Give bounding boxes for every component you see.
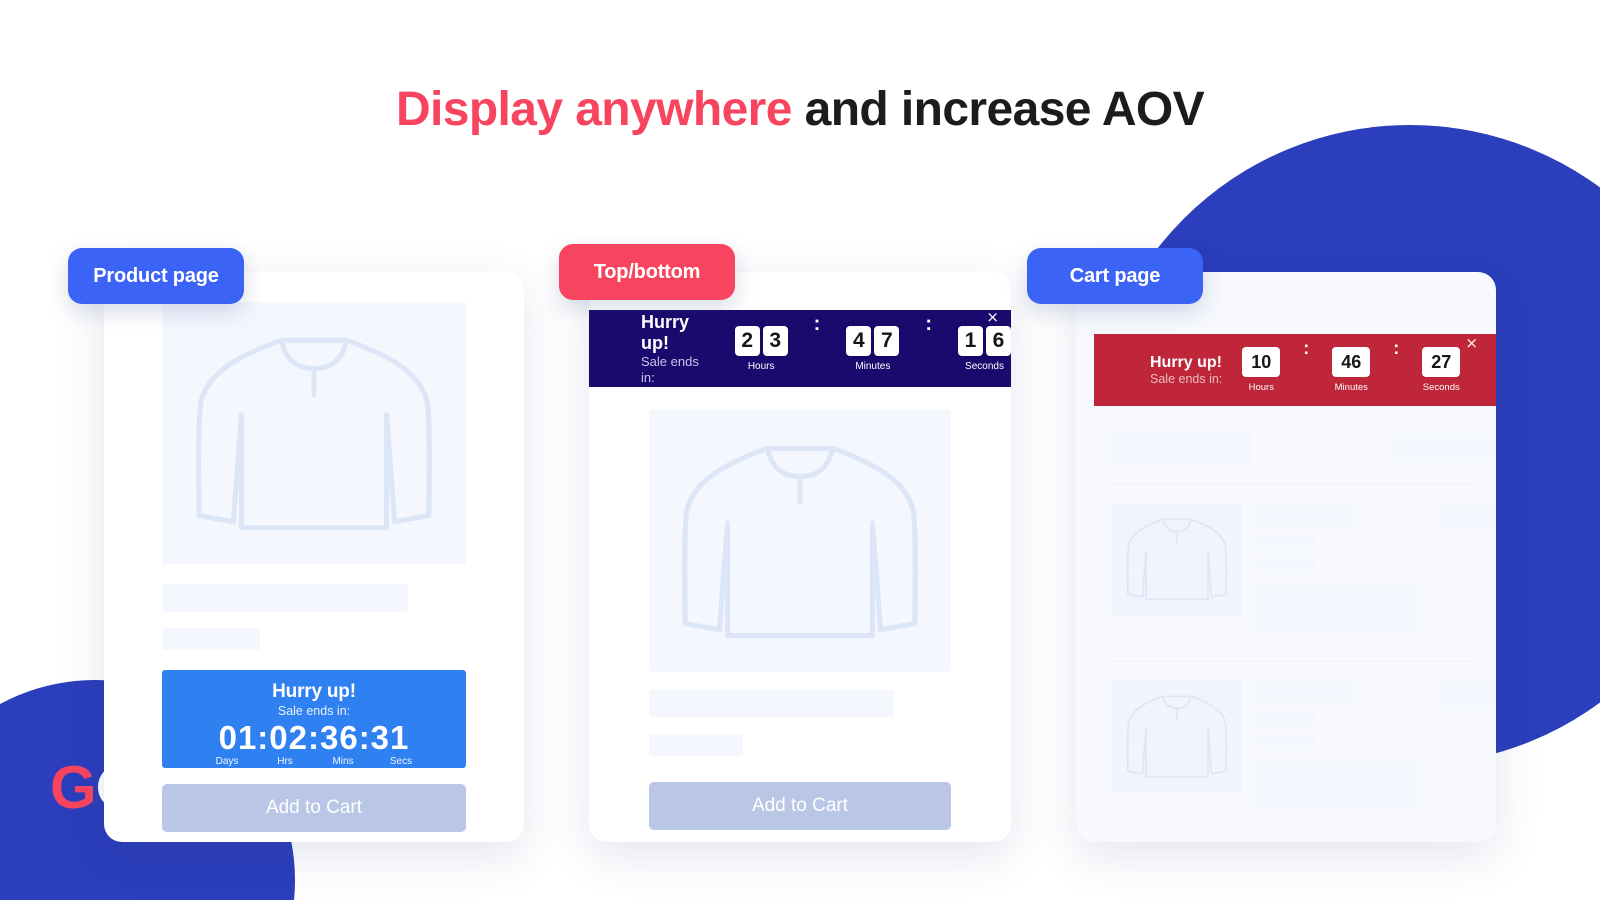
timer-unit-days: Days [215,756,239,767]
add-to-cart-label: Add to Cart [265,797,363,818]
cart-item-meta-skeleton [1254,712,1316,726]
slide-canvas: Display anywhere and increase AOV G Prod… [0,0,1600,900]
cart-item-meta-skeleton [1254,535,1316,549]
timer-unit-hrs: Hrs [277,756,293,767]
countdown-bar-red: Hurry up! Sale ends in: 10 Hours : 46 Mi… [1094,334,1496,406]
cart-item-name-skeleton [1254,505,1352,526]
cart-item-row [1094,662,1496,838]
timer-hours-digits: 2 3 [734,325,788,356]
timer-group-minutes: 4 7 Minutes [846,325,900,372]
cart-item-name-skeleton [1254,682,1352,703]
badge-product-page[interactable]: Product page [68,248,244,304]
digit-box: 3 [762,325,788,356]
timer-title: Hurry up! [272,681,356,702]
card-top-bottom: Hurry up! Sale ends in: 2 3 Hours : 4 7 … [589,272,1011,842]
badge-cart-page[interactable]: Cart page [1027,248,1203,304]
timer-separator: : [1303,338,1310,358]
timer-unit-mins: Mins [332,756,354,767]
digit-box: 1 [958,325,983,356]
card-cart-page: Hurry up! Sale ends in: 10 Hours : 46 Mi… [1076,272,1496,842]
close-icon[interactable]: × [1465,336,1478,351]
shirt-icon [1126,518,1228,601]
badge-product-page-label: Product page [93,264,219,287]
timer-minutes-digits: 4 7 [846,325,900,356]
digit-box: 2 [734,325,760,356]
cart-item-row [1094,485,1496,661]
timer-group-seconds: 1 6 Seconds [958,325,1011,372]
shirt-icon [682,445,918,639]
countdown-bar-navy: Hurry up! Sale ends in: 2 3 Hours : 4 7 … [589,310,1011,387]
cart-item-block-skeleton [1254,762,1418,810]
timer-subtitle: Sale ends in: [641,354,699,385]
timer-label-seconds: Seconds [1422,382,1460,393]
headline-rest: and increase AOV [791,83,1205,136]
logo-letter-g: G [50,754,97,821]
add-to-cart-button[interactable]: Add to Cart [649,782,951,830]
timer-label-hours: Hours [1248,382,1274,393]
badge-top-bottom-label: Top/bottom [593,260,701,283]
card-product-page: Hurry up! Sale ends in: 01:02:36:31 Days… [104,272,524,842]
shirt-icon [1126,695,1228,778]
title-skeleton [649,690,894,717]
subtitle-skeleton [649,734,743,756]
timer-group-hours: 2 3 Hours [734,325,788,372]
timer-subtitle: Sale ends in: [277,704,351,718]
title-skeleton [162,584,408,612]
cart-header-row [1094,406,1496,484]
timer-unit-secs: Secs [389,756,413,767]
product-image-placeholder [649,410,951,672]
subtitle-skeleton [162,628,260,650]
cart-item-meta2-skeleton [1254,557,1316,571]
timer-seconds-digits: 1 6 [958,325,1011,356]
close-icon[interactable]: × [986,310,999,325]
timer-digits: 01:02:36:31 [218,719,410,756]
timer-label-seconds: Seconds [965,360,1004,372]
headline-accent: Display anywhere [395,83,793,136]
shirt-icon [196,337,432,531]
cart-item-meta2-skeleton [1254,734,1316,748]
timer-subtitle: Sale ends in: [1150,372,1223,387]
cart-item-thumbnail [1112,680,1242,792]
timer-label-minutes: Minutes [1334,382,1368,393]
timer-separator: : [813,313,821,335]
badge-top-bottom[interactable]: Top/bottom [559,244,735,300]
timer-group-seconds: 27 Seconds [1422,347,1461,393]
cart-header-total-skeleton [1394,436,1496,460]
timer-group-hours: 10 Hours [1242,347,1281,393]
digit-box: 7 [874,325,900,356]
cart-item-block-skeleton [1254,585,1418,633]
digit-box: 6 [986,325,1011,356]
timer-minutes-value: 46 [1332,347,1371,377]
add-to-cart-label: Add to Cart [751,795,849,816]
timer-separator: : [925,313,932,335]
page-title: Display anywhere and increase AOV [0,82,1600,137]
timer-group-minutes: 46 Minutes [1332,347,1371,393]
product-image-placeholder [162,302,466,564]
timer-title: Hurry up! [641,311,690,354]
add-to-cart-button[interactable]: Add to Cart [162,784,466,832]
cart-header-title-skeleton [1112,432,1252,464]
cart-item-price-skeleton [1439,682,1496,707]
cart-item-list [1094,406,1496,838]
digit-box: 4 [846,325,872,356]
timer-label-hours: Hours [747,360,775,372]
timer-seconds-value: 27 [1422,347,1461,377]
timer-separator: : [1393,338,1400,358]
badge-cart-page-label: Cart page [1069,264,1161,287]
timer-hours-value: 10 [1242,347,1281,377]
timer-text-block: Hurry up! Sale ends in: [641,312,713,385]
countdown-timer-blue: Hurry up! Sale ends in: 01:02:36:31 Days… [162,670,466,768]
timer-title: Hurry up! [1150,353,1222,371]
cart-item-price-skeleton [1439,505,1496,530]
cart-item-thumbnail [1112,503,1242,615]
timer-label-minutes: Minutes [855,360,891,372]
timer-unit-labels: Days Hrs Mins Secs [162,756,466,767]
timer-text-block: Hurry up! Sale ends in: [1150,353,1222,387]
